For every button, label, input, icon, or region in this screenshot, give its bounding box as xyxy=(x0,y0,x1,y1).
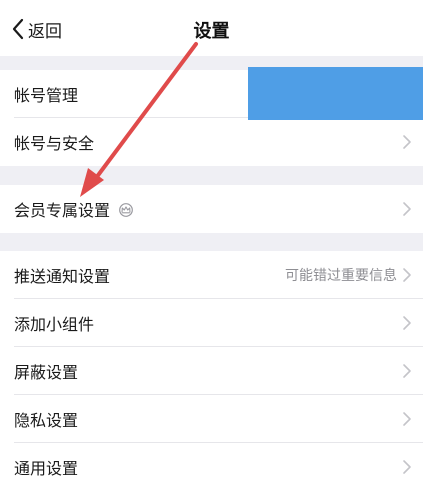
settings-item-label-wrap: 会员专属设置 xyxy=(14,197,134,221)
page-title: 设置 xyxy=(193,21,230,42)
chevron-right-icon xyxy=(403,364,411,378)
crown-icon xyxy=(119,203,133,217)
settings-item-value: 可能错过重要信息 xyxy=(285,268,397,284)
settings-item-block-settings[interactable]: 屏蔽设置 xyxy=(0,347,423,395)
settings-group-general: 推送通知设置 可能错过重要信息 添加小组件 屏蔽设置 隐私设置 通用设置 xyxy=(0,251,423,491)
chevron-right-icon xyxy=(403,316,411,330)
settings-item-privacy-settings[interactable]: 隐私设置 xyxy=(0,395,423,443)
settings-item-label: 推送通知设置 xyxy=(14,267,111,286)
settings-item-member-settings[interactable]: 会员专属设置 xyxy=(0,185,423,233)
settings-item-add-widget[interactable]: 添加小组件 xyxy=(0,299,423,347)
navigation-bar: 返回 设置 xyxy=(0,0,423,56)
settings-item-label: 隐私设置 xyxy=(14,411,79,430)
settings-item-label: 帐号管理 xyxy=(14,86,79,105)
settings-item-label: 添加小组件 xyxy=(14,315,95,334)
settings-item-push-notifications[interactable]: 推送通知设置 可能错过重要信息 xyxy=(0,251,423,299)
settings-item-general-settings[interactable]: 通用设置 xyxy=(0,443,423,491)
settings-item-label: 屏蔽设置 xyxy=(14,363,79,382)
redaction-overlay xyxy=(248,67,423,120)
settings-item-label: 帐号与安全 xyxy=(14,134,95,153)
chevron-right-icon xyxy=(403,135,411,149)
chevron-right-icon xyxy=(403,268,411,282)
chevron-right-icon xyxy=(403,202,411,216)
chevron-right-icon xyxy=(403,460,411,474)
settings-item-account-security[interactable]: 帐号与安全 xyxy=(0,118,423,166)
chevron-right-icon xyxy=(403,412,411,426)
settings-group-membership: 会员专属设置 xyxy=(0,185,423,233)
settings-item-label: 通用设置 xyxy=(14,459,79,478)
settings-item-label: 会员专属设置 xyxy=(14,201,111,220)
